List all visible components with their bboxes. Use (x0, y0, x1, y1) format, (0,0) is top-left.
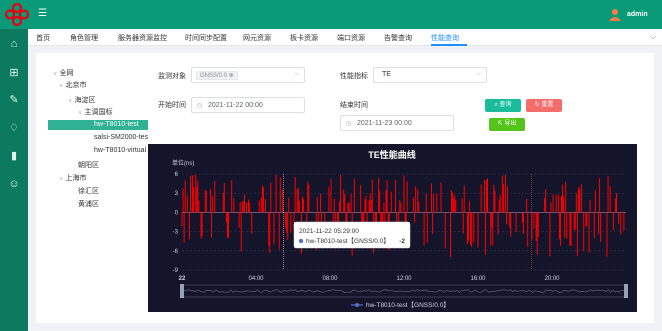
tab-bar: 首页 角色管理 服务器资源监控 时间同步配置 网元资源 板卡资源 端口资源 告警… (28, 29, 662, 46)
y-tick-label: -9 (173, 268, 179, 274)
close-icon[interactable]: ⊗ (229, 73, 234, 79)
chart-tooltip: 2021-11-22 05:29:00 hw-T8010-test【GNSS/0.… (293, 221, 411, 249)
end-time-input[interactable]: ◷ 2021-11-23 00:00 (340, 115, 454, 131)
start-time-input[interactable]: ◷ 2021-11-22 00:00 (191, 97, 305, 113)
user-icon (609, 9, 621, 21)
chart-svg: TE性能曲线单位(ns) 6 3 0 -3 -6 -922 04:00 08:00 12:00 16… (172, 149, 628, 309)
metric-label: 性能指标 (340, 73, 368, 80)
y-tick-label: 0 (175, 210, 179, 216)
tree-node-hw-t8010-virtual[interactable]: hw-T8010-virtual (94, 147, 146, 154)
x-tick-label: 20:00 (544, 276, 560, 282)
query-button[interactable]: ⌕ 查询 (485, 99, 521, 112)
x-tick-label: 12:00 (396, 276, 412, 282)
tab-time-sync[interactable]: 时间同步配置 (185, 33, 227, 43)
export-icon: ⇱ (497, 121, 503, 127)
metric-value: TE (382, 71, 391, 78)
china-unicom-logo (4, 2, 30, 27)
clock-icon: ◷ (346, 121, 352, 127)
tab-role-management[interactable]: 角色管理 (70, 33, 98, 43)
tooltip-series-dot (298, 238, 304, 244)
chevron-down-icon: v (60, 176, 63, 182)
chart-title: TE性能曲线 (368, 149, 416, 160)
end-time-label: 结束时间 (340, 102, 368, 109)
tooltip-series: hw-T8010-test【GNSS/0.0】 (306, 237, 390, 245)
zoom-handle-left (180, 284, 184, 298)
export-button[interactable]: ⇱ 导出 (489, 118, 525, 131)
y-tick-label: 3 (175, 191, 179, 197)
person-icon[interactable]: ☺ (7, 177, 21, 191)
y-tick-label: -6 (173, 249, 179, 255)
active-tab-indicator (431, 44, 467, 46)
top-bar: ☰ admin (0, 0, 662, 29)
y-axis-label: 单位(ns) (172, 159, 194, 167)
start-time-label: 开始时间 (158, 102, 186, 109)
chevron-down-icon: v (54, 71, 57, 77)
monitor-select[interactable]: GNSS/0.0 ⊗ ⌵ (191, 67, 305, 83)
chevron-down-icon[interactable]: ⌵ (650, 32, 656, 42)
tree-node-haidian[interactable]: v 海淀区 (69, 95, 96, 105)
tree-node-xuhui[interactable]: 徐汇区 (78, 186, 99, 196)
reset-button[interactable]: ↻ 重置 (526, 99, 562, 112)
tree-node-salsi[interactable]: salsi-SM2000-tes (94, 134, 148, 141)
tab-port[interactable]: 端口资源 (337, 33, 365, 43)
tree-node-chaoyang[interactable]: 朝阳区 (78, 160, 99, 170)
tab-board[interactable]: 板卡资源 (290, 33, 318, 43)
clock-icon: ◷ (197, 103, 203, 109)
x-tick-label: 08:00 (322, 276, 338, 282)
legend-dot (355, 303, 359, 307)
metric-select[interactable]: TE ⌵ (373, 67, 487, 83)
home-icon[interactable]: ⌂ (7, 37, 21, 51)
zoom-slider-preview (181, 289, 627, 293)
tooltip-value: -2 (399, 238, 405, 245)
menu-toggle-icon[interactable]: ☰ (38, 9, 48, 19)
tooltip-time: 2021-11-22 05:29:00 (299, 228, 359, 235)
tree-node-beijing[interactable]: v 北京市 (60, 80, 87, 90)
legend-label: hw-T8010-test【GNSS/0.0】 (366, 301, 450, 309)
tree-node-hw-t8010-test[interactable]: hw-T8010-test (94, 121, 139, 128)
tab-home[interactable]: 首页 (36, 33, 50, 43)
tab-server-monitor[interactable]: 服务器资源监控 (118, 33, 167, 43)
zoom-handle-right (624, 284, 628, 298)
grid-icon[interactable]: ⊞ (7, 66, 21, 80)
chart-bars-icon[interactable]: ▮ (7, 149, 21, 163)
x-tick-label: 16:00 (470, 276, 486, 282)
x-tick-label: 04:00 (248, 276, 264, 282)
monitor-tag[interactable]: GNSS/0.0 ⊗ (196, 71, 238, 80)
x-tick-label: 22 (179, 276, 186, 282)
monitor-label: 监测对象 (158, 73, 186, 80)
tree-node-all[interactable]: v 全网 (54, 68, 74, 78)
tree-node-huangpu[interactable]: 黄浦区 (78, 199, 99, 209)
tree-node-shanghai[interactable]: v 上海市 (60, 173, 87, 183)
tab-network-element[interactable]: 网元资源 (243, 33, 271, 43)
chevron-down-icon: ⌵ (294, 71, 299, 77)
tab-performance[interactable]: 性能查询 (431, 33, 459, 43)
refresh-icon: ↻ (534, 102, 540, 108)
te-performance-chart: TE性能曲线单位(ns) 6 3 0 -3 -6 -9 22 04:00 08:00 12:00 16… (148, 144, 637, 312)
search-icon: ⌕ (494, 102, 498, 108)
tree-node-main[interactable]: v 主调国标 (79, 107, 113, 117)
chevron-down-icon: v (60, 83, 63, 89)
tab-alarm[interactable]: 告警查询 (384, 33, 412, 43)
chevron-down-icon: ⌵ (476, 71, 481, 77)
y-tick-label: 6 (175, 172, 179, 178)
username[interactable]: admin (627, 11, 648, 18)
bell-icon[interactable]: ♢ (7, 121, 21, 135)
y-tick-label: -3 (173, 230, 179, 236)
chevron-down-icon: v (79, 110, 82, 116)
chevron-down-icon: v (69, 98, 72, 104)
sidebar: ⌂ ⊞ ✎ ♢ ▮ ☺ (0, 29, 28, 331)
edit-icon[interactable]: ✎ (7, 93, 21, 107)
